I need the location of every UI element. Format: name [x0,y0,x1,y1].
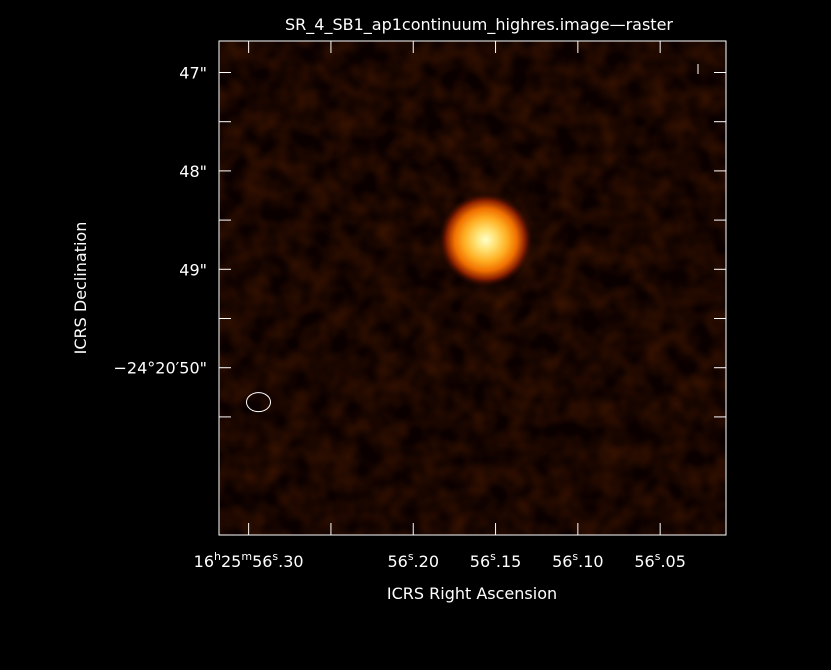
raster-noise [219,41,726,535]
raster-chart: SR_4_SB1_ap1continuum_highres.image—rast… [71,15,727,603]
y-tick-label: −24°20′50" [114,359,207,378]
source-emission [437,191,534,288]
x-axis-label: ICRS Right Ascension [387,584,557,603]
x-tick-label: 56s.20 [387,550,439,571]
plot-area [218,40,727,536]
x-tick-label: 56s.10 [552,550,604,571]
x-tick-labels: 16h25m56s.30 56s.20 56s.15 56s.10 56s.05 [194,550,686,571]
chart-title: SR_4_SB1_ap1continuum_highres.image—rast… [285,15,673,35]
raster-viewer: SR_4_SB1_ap1continuum_highres.image—rast… [0,0,831,670]
y-tick-label: 48" [179,162,207,181]
y-tick-label: 47" [179,63,207,82]
x-tick-label: 16h25m56s.30 [194,550,304,571]
x-tick-label: 56s.05 [634,550,686,571]
y-tick-label: 49" [179,260,207,279]
x-tick-label: 56s.15 [470,550,522,571]
y-tick-labels: 47" 48" 49" −24°20′50" [114,63,207,377]
y-axis-label: ICRS Declination [71,222,90,355]
